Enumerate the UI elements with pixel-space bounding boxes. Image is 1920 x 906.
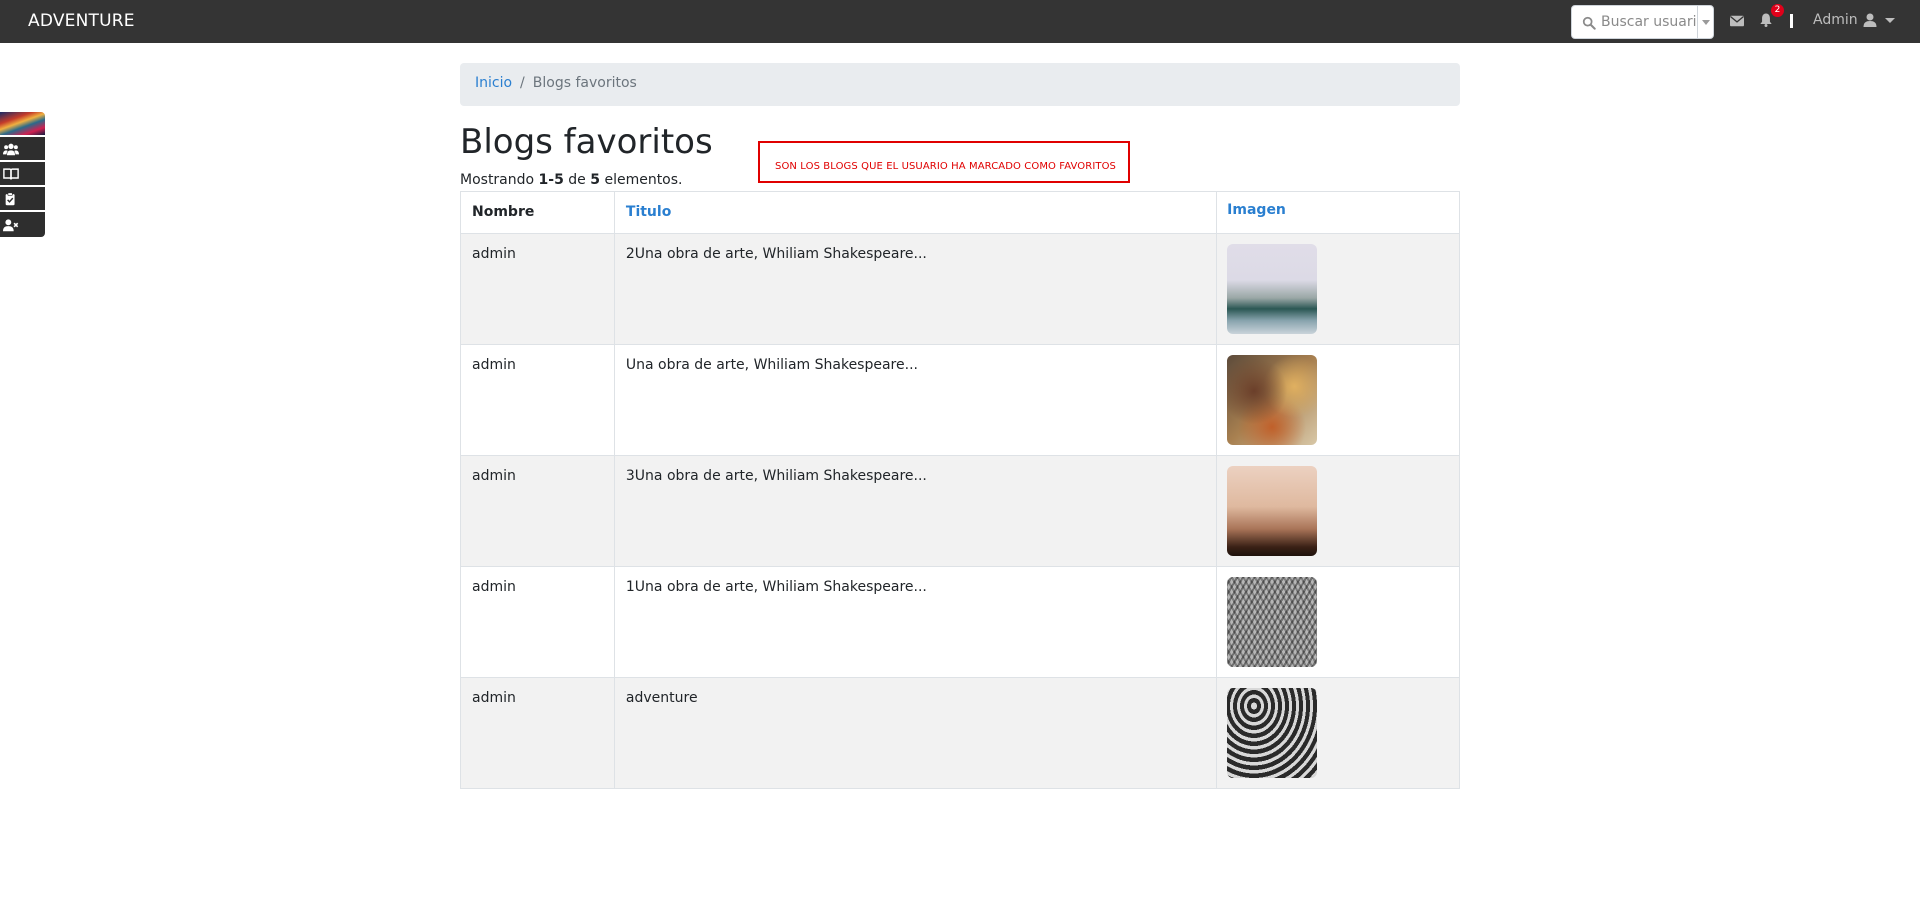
cell-imagen	[1216, 566, 1460, 678]
user-search	[1571, 5, 1714, 39]
summary-range: 1-5	[538, 172, 564, 188]
blog-thumbnail	[1227, 466, 1318, 556]
table-row: admin 3Una obra de arte, Whiliam Shakesp…	[460, 455, 1460, 567]
header-titulo-sort-link[interactable]: Titulo	[613, 191, 1218, 234]
summary-mid: de	[563, 172, 591, 188]
cell-nombre: admin	[460, 566, 615, 678]
bell-icon[interactable]	[1759, 13, 1773, 27]
cell-titulo: 3Una obra de arte, Whiliam Shakespeare..…	[613, 455, 1218, 567]
search-input[interactable]	[1601, 7, 1697, 37]
top-navbar: ADVENTURE 2 Admin	[0, 0, 1920, 43]
dock-item-remove-user[interactable]	[0, 212, 45, 237]
side-dock	[0, 112, 45, 237]
cell-imagen	[1216, 455, 1460, 567]
blog-thumbnail	[1227, 688, 1318, 778]
dock-avatar-thumbnail[interactable]	[0, 112, 45, 137]
table-row: admin Una obra de arte, Whiliam Shakespe…	[460, 344, 1460, 456]
user-menu-toggle[interactable]: Admin	[1813, 12, 1895, 28]
cell-nombre: admin	[460, 455, 615, 567]
clipboard-check-icon	[5, 191, 15, 205]
chevron-down-icon	[1884, 17, 1895, 23]
breadcrumb-current: Blogs favoritos	[532, 75, 637, 91]
cell-nombre: admin	[460, 233, 615, 345]
breadcrumb: Inicio / Blogs favoritos	[460, 63, 1460, 106]
summary-prefix: Mostrando	[460, 172, 539, 188]
notification-badge: 2	[1771, 4, 1784, 17]
summary-total: 5	[590, 172, 600, 188]
cell-nombre: admin	[460, 677, 615, 789]
table-row: admin 1Una obra de arte, Whiliam Shakesp…	[460, 566, 1460, 678]
cell-imagen	[1216, 344, 1460, 456]
search-dropdown-toggle[interactable]	[1697, 6, 1713, 38]
blog-thumbnail	[1227, 577, 1318, 667]
dock-item-users[interactable]	[0, 137, 45, 162]
user-name: Admin	[1813, 12, 1858, 28]
cell-titulo: 1Una obra de arte, Whiliam Shakespeare..…	[613, 566, 1218, 678]
brand-link[interactable]: ADVENTURE	[28, 11, 135, 31]
envelope-icon[interactable]	[1730, 14, 1744, 28]
annotation-note: SON LOS BLOGS QUE EL USUARIO HA MARCADO …	[758, 141, 1130, 183]
cell-titulo: Una obra de arte, Whiliam Shakespeare...	[613, 344, 1218, 456]
table-row: admin 2Una obra de arte, Whiliam Shakesp…	[460, 233, 1460, 345]
blog-thumbnail	[1227, 244, 1318, 334]
blog-thumbnail	[1227, 355, 1318, 445]
cell-imagen	[1216, 677, 1460, 789]
search-icon	[1582, 16, 1596, 30]
breadcrumb-home-link[interactable]: Inicio	[475, 75, 512, 94]
page-title: Blogs favoritos	[460, 122, 713, 162]
header-nombre: Nombre	[460, 191, 615, 234]
dock-item-blogs[interactable]	[0, 162, 45, 187]
summary-suffix: elementos.	[600, 172, 683, 188]
nav-divider	[1790, 14, 1793, 28]
user-times-icon	[3, 218, 19, 231]
header-imagen-sort-link[interactable]: Imagen	[1216, 191, 1460, 234]
book-open-icon	[3, 167, 19, 179]
dock-item-tasks[interactable]	[0, 187, 45, 212]
cell-titulo: 2Una obra de arte, Whiliam Shakespeare..…	[613, 233, 1218, 345]
user-icon	[1863, 13, 1877, 27]
results-summary: Mostrando 1-5 de 5 elementos.	[460, 172, 683, 188]
cell-titulo: adventure	[613, 677, 1218, 789]
favorite-blogs-table: Nombre Titulo Imagen admin 2Una obra de …	[460, 191, 1460, 789]
breadcrumb-separator: /	[520, 75, 525, 91]
users-icon	[3, 143, 19, 155]
cell-nombre: admin	[460, 344, 615, 456]
cell-imagen	[1216, 233, 1460, 345]
table-header-row: Nombre Titulo Imagen	[460, 191, 1460, 234]
table-row: admin adventure	[460, 677, 1460, 789]
